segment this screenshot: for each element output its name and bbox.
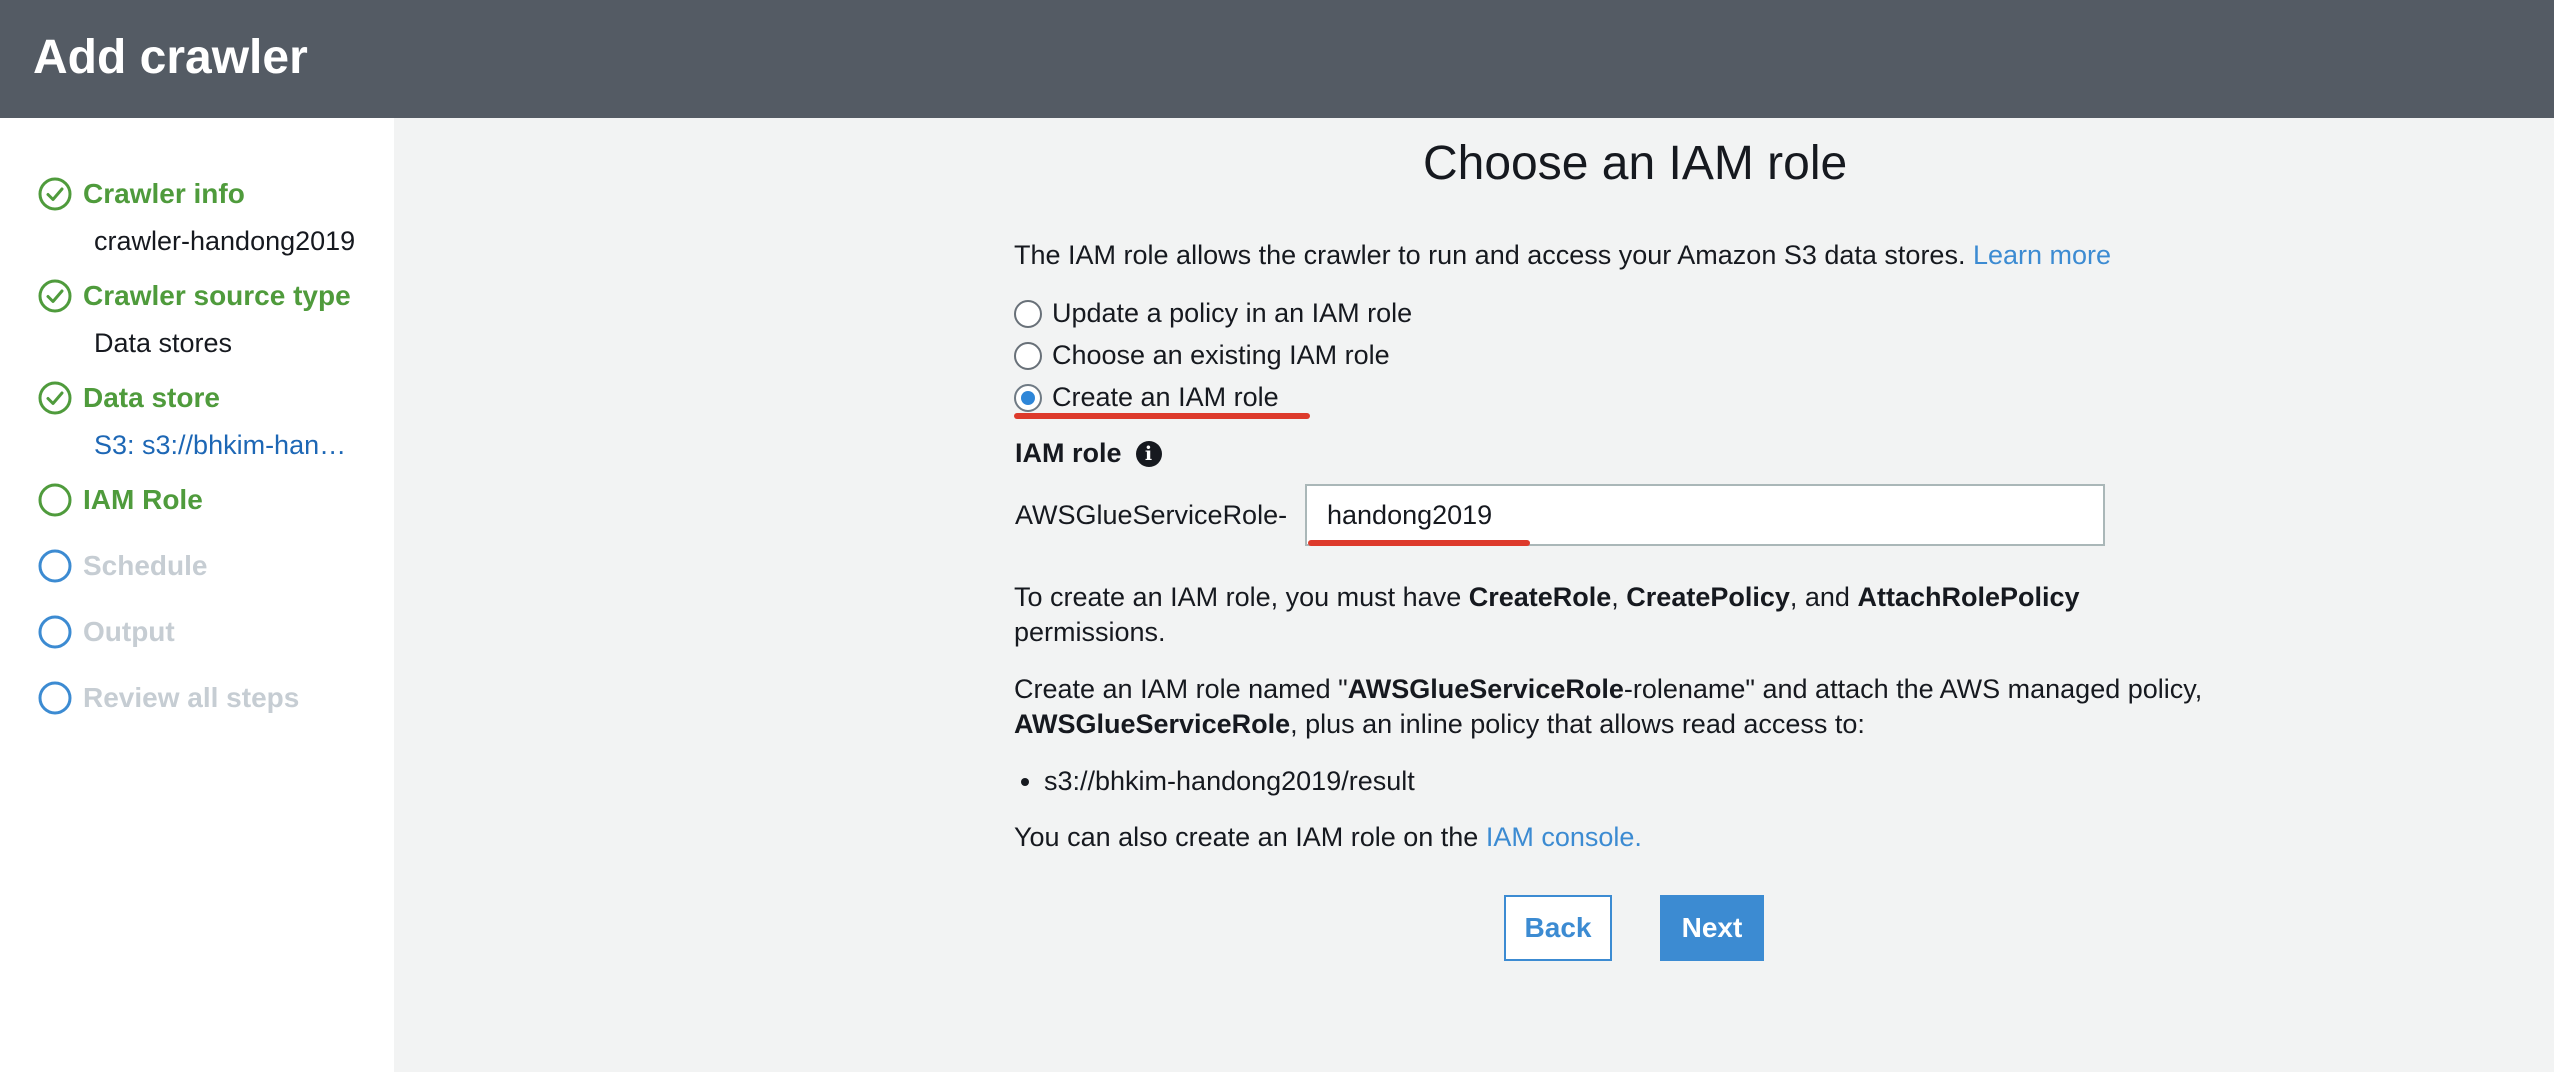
iam-role-label-text: IAM role [1015,438,1122,468]
check-circle-icon [38,279,72,313]
permissions-text: To create an IAM role, you must have Cre… [1014,580,2080,650]
page-title: Choose an IAM role [1423,137,1848,190]
step-iam-role[interactable]: IAM Role [37,482,203,518]
text-fragment: Create an IAM role named " [1014,674,1348,704]
option-label: Create an IAM role [1052,382,1279,412]
option-create-role[interactable]: Create an IAM role [1014,382,1279,413]
text-bold: AttachRolePolicy [1857,582,2080,612]
step-output: Output [37,614,175,650]
step-review-all-steps: Review all steps [37,680,299,716]
learn-more-link[interactable]: Learn more [1973,240,2111,270]
step-label: IAM Role [83,484,203,515]
iam-console-text: You can also create an IAM role on the I… [1014,820,1642,855]
text-fragment: permissions. [1014,617,1166,647]
annotation-underline [1014,413,1310,419]
iam-console-text-body: You can also create an IAM role on the [1014,822,1486,852]
text-bold: CreatePolicy [1626,582,1790,612]
check-circle-icon [38,177,72,211]
role-name-input[interactable] [1305,484,2105,546]
step-detail-crawler-name: crawler-handong2019 [94,226,356,256]
text-fragment: -rolename" and attach the AWS managed po… [1623,674,2203,704]
option-label: Choose an existing IAM role [1052,340,1390,370]
back-button[interactable]: Back [1504,895,1612,961]
check-circle-icon [38,381,72,415]
intro-text-body: The IAM role allows the crawler to run a… [1014,240,1966,270]
circle-icon [38,549,72,583]
s3-path-list: s3://bhkim-handong2019/result [1014,764,1415,799]
page-header-title: Add crawler [33,31,308,84]
text-fragment: , and [1789,582,1858,612]
text-fragment: , [1611,582,1627,612]
page-header: Add crawler [0,0,2554,118]
step-label: Output [83,616,175,647]
list-item: s3://bhkim-handong2019/result [1044,764,1415,799]
radio-icon[interactable] [1014,299,1042,328]
step-crawler-info[interactable]: Crawler info [37,176,245,212]
role-name-prefix: AWSGlueServiceRole- [1015,500,1288,530]
circle-icon [38,615,72,649]
radio-icon[interactable] [1014,341,1042,370]
intro-text: The IAM role allows the crawler to run a… [1014,238,2111,273]
wizard-sidebar: Crawler info crawler-handong2019 Crawler… [0,118,394,1072]
iam-role-label: IAM role i [1015,438,1162,469]
step-detail-s3-path-link[interactable]: S3: s3://bhkim-han… [94,430,346,461]
text-fragment: , plus an inline policy that allows read… [1290,709,1865,739]
option-choose-existing-role[interactable]: Choose an existing IAM role [1014,340,1390,371]
step-schedule: Schedule [37,548,207,584]
text-bold: AWSGlueServiceRole [1347,674,1624,704]
text-bold: CreateRole [1468,582,1612,612]
radio-icon[interactable] [1014,383,1042,412]
step-label: Data store [83,382,220,413]
step-label: Crawler info [83,178,245,209]
step-label: Schedule [83,550,208,581]
next-button[interactable]: Next [1660,895,1764,961]
info-icon[interactable]: i [1135,440,1162,467]
step-crawler-source-type[interactable]: Crawler source type [37,278,351,314]
option-label: Update a policy in an IAM role [1052,298,1413,328]
iam-console-link[interactable]: IAM console. [1486,822,1642,852]
step-label: Review all steps [83,682,300,713]
annotation-underline [1308,540,1530,546]
step-detail-source-type: Data stores [94,328,233,358]
step-data-store[interactable]: Data store [37,380,220,416]
text-fragment: To create an IAM role, you must have [1014,582,1469,612]
circle-icon [38,483,72,517]
text-bold: AWSGlueServiceRole [1014,709,1291,739]
create-role-text: Create an IAM role named "AWSGlueService… [1014,672,2202,742]
step-label: Crawler source type [83,280,351,311]
circle-icon [38,681,72,715]
option-update-policy[interactable]: Update a policy in an IAM role [1014,298,1412,329]
